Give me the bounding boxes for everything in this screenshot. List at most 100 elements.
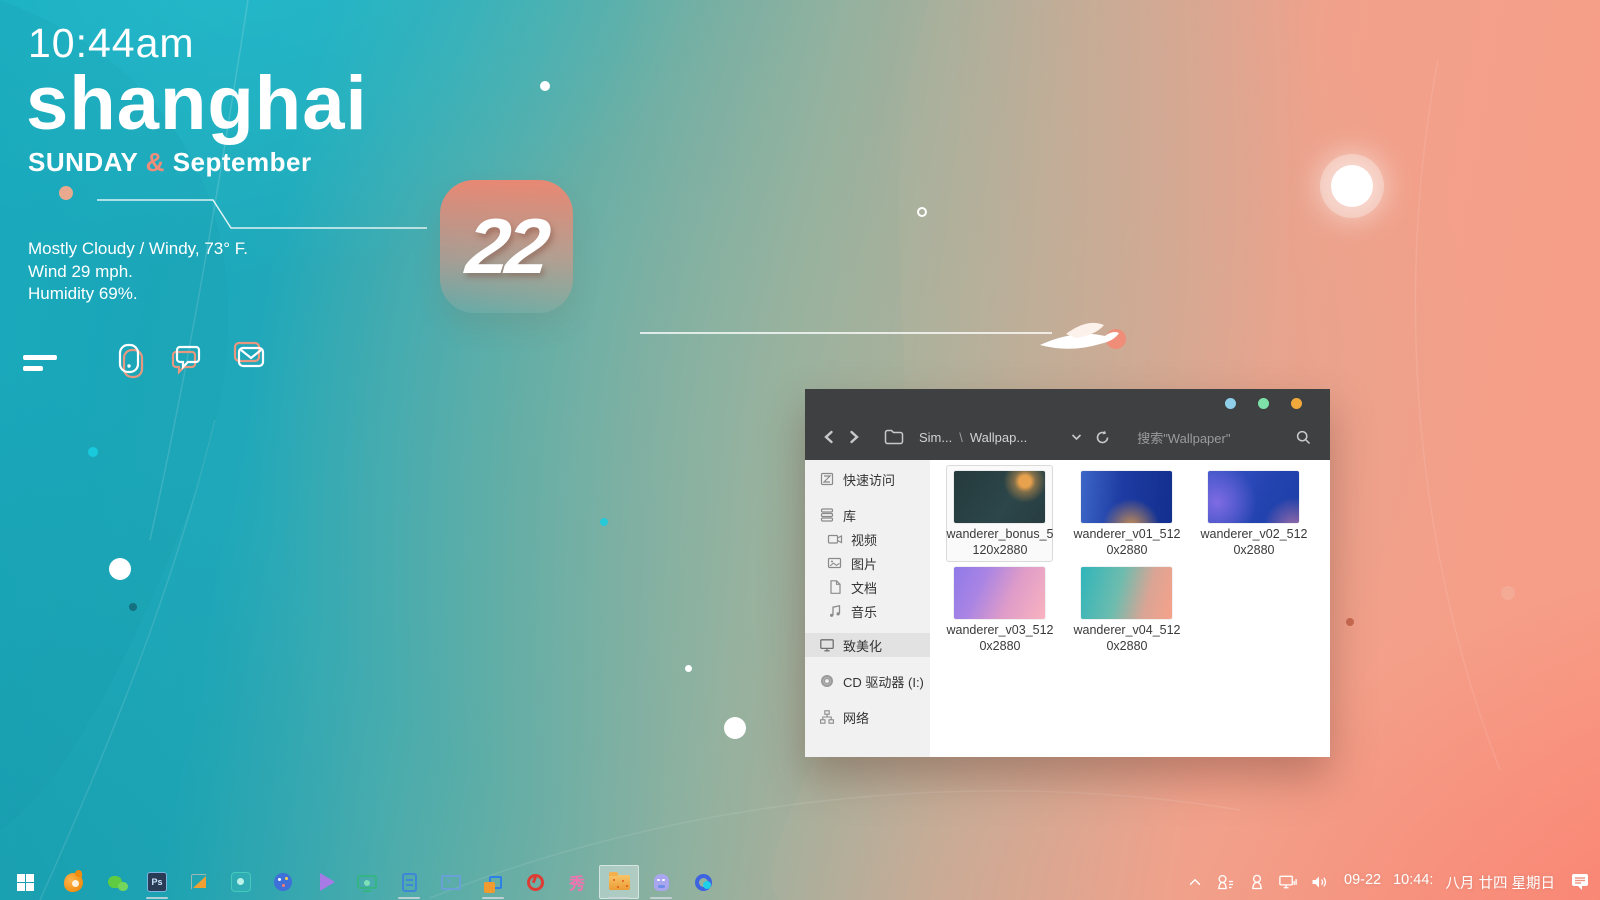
sidebar-item-quick-access[interactable]: 快速访问 xyxy=(805,467,930,491)
search-icon[interactable] xyxy=(1290,430,1316,445)
chevron-up-icon[interactable] xyxy=(1185,872,1205,892)
taskbar-app-cheetah-browser[interactable] xyxy=(52,864,94,900)
taskbar-app-display-tool[interactable] xyxy=(346,864,388,900)
file-item[interactable]: wanderer_v02_5120x2880 xyxy=(1208,471,1299,558)
file-item[interactable]: wanderer_bonus_5120x2880 xyxy=(954,471,1045,558)
date-number: 22 xyxy=(462,201,550,292)
sidebar-item-libraries[interactable]: 库 xyxy=(805,503,930,527)
sidebar-item-videos[interactable]: 视频 xyxy=(805,527,930,551)
taskbar-app-netease-music[interactable] xyxy=(514,864,556,900)
window-buttons xyxy=(1225,398,1302,409)
taskbar-app-ghost-app[interactable] xyxy=(640,864,682,900)
sidebar-item-label: 网络 xyxy=(843,708,869,727)
file-thumbnail xyxy=(954,471,1045,523)
qq-icon[interactable] xyxy=(1247,872,1267,892)
snipaste-icon xyxy=(489,876,502,889)
back-button[interactable] xyxy=(815,430,841,444)
network-tray-icon[interactable] xyxy=(1278,872,1298,892)
taskbar-app-terminal[interactable]: >_ xyxy=(430,864,472,900)
netease-music-icon xyxy=(527,874,544,891)
taskbar-app-quark-browser[interactable] xyxy=(682,864,724,900)
music-icon xyxy=(827,603,843,619)
phone-icon[interactable] xyxy=(120,345,142,377)
sidebar-item-label: 库 xyxy=(843,506,856,525)
file-list-area: wanderer_bonus_5120x2880 wanderer_v01_512… xyxy=(930,460,1330,757)
file-item[interactable]: wanderer_v03_5120x2880 xyxy=(954,567,1045,654)
decor-dot xyxy=(59,186,73,200)
wechat-icon xyxy=(108,876,122,888)
sidebar-item-label: 致美化 xyxy=(843,636,882,655)
photos-icon xyxy=(231,872,251,892)
decor-dot xyxy=(917,207,927,217)
ghost-app-icon xyxy=(654,874,669,891)
decor-dot xyxy=(129,603,137,611)
close-button[interactable] xyxy=(1291,398,1302,409)
search-input[interactable]: 搜索"Wallpaper" xyxy=(1137,428,1230,447)
file-name: wanderer_v03_5120x2880 xyxy=(944,623,1056,654)
address-dropdown-icon[interactable] xyxy=(1063,433,1089,441)
decor-dot xyxy=(1346,618,1354,626)
desktop: 10:44am shanghai SUNDAY & September Most… xyxy=(0,0,1600,900)
sidebar-item-music[interactable]: 音乐 xyxy=(805,599,930,623)
mail-icon[interactable] xyxy=(235,343,263,366)
taskbar-app-paint-palette[interactable] xyxy=(262,864,304,900)
taskbar-app-photos[interactable] xyxy=(220,864,262,900)
sidebar-item-network[interactable]: 网络 xyxy=(805,705,930,729)
forward-button[interactable] xyxy=(841,430,867,444)
taskbar: Ps >_ 秀 09-22 10:44: 八月 廿四 星期日 xyxy=(0,864,1600,900)
taskbar-app-file-explorer[interactable] xyxy=(598,864,640,900)
windows-logo-icon xyxy=(17,874,34,891)
explorer-window: Sim... \ Wallpap... 搜索"Wallpaper" 快速访问库视… xyxy=(805,389,1330,757)
file-item[interactable]: wanderer_v01_5120x2880 xyxy=(1081,471,1172,558)
display-tool-icon xyxy=(357,875,377,889)
sidebar-item-label: 音乐 xyxy=(851,602,877,621)
screenshot-tool-icon xyxy=(190,873,208,891)
minimize-button[interactable] xyxy=(1225,398,1236,409)
start-button[interactable] xyxy=(6,864,44,900)
sidebar-item-pictures[interactable]: 图片 xyxy=(805,551,930,575)
file-thumbnail xyxy=(1208,471,1299,523)
maximize-button[interactable] xyxy=(1258,398,1269,409)
taskbar-app-wechat[interactable] xyxy=(94,864,136,900)
decor-dot xyxy=(600,518,608,526)
navigation-bar: Sim... \ Wallpap... 搜索"Wallpaper" xyxy=(805,417,1330,457)
menu-icon[interactable] xyxy=(23,355,57,371)
sidebar-item-cd-drive[interactable]: CD 驱动器 (I:) xyxy=(805,669,930,693)
explorer-sidebar: 快速访问库视频图片文档音乐致美化 CD 驱动器 (I:) 网络 xyxy=(805,460,930,757)
file-name: wanderer_v02_5120x2880 xyxy=(1198,527,1310,558)
refresh-icon[interactable] xyxy=(1089,430,1115,445)
sidebar-item-label: 文档 xyxy=(851,578,877,597)
taskbar-app-screenshot-tool[interactable] xyxy=(178,864,220,900)
qq-messages-icon[interactable] xyxy=(1216,872,1236,892)
taskbar-app-media-player[interactable] xyxy=(304,864,346,900)
taskbar-app-snipaste[interactable] xyxy=(472,864,514,900)
sidebar-item-documents[interactable]: 文档 xyxy=(805,575,930,599)
breadcrumb-current[interactable]: Wallpap... xyxy=(970,430,1027,445)
volume-icon[interactable] xyxy=(1309,872,1329,892)
chat-icon[interactable] xyxy=(173,347,199,372)
decor-dot xyxy=(540,81,550,91)
taskbar-app-meitu-xiuxiu[interactable]: 秀 xyxy=(556,864,598,900)
clock-date: 09-22 xyxy=(1344,872,1381,893)
widget-city: shanghai xyxy=(26,60,368,147)
sidebar-item-label: CD 驱动器 (I:) xyxy=(843,672,924,691)
widget-day: SUNDAY xyxy=(28,147,138,177)
window-header: Sim... \ Wallpap... 搜索"Wallpaper" xyxy=(805,389,1330,460)
sidebar-item-monitor[interactable]: 致美化 xyxy=(805,633,930,657)
action-center-icon[interactable] xyxy=(1570,872,1590,892)
sidebar-item-label: 快速访问 xyxy=(843,470,895,489)
sidebar-item-label: 视频 xyxy=(851,530,877,549)
decor-dot xyxy=(724,717,746,739)
videos-icon xyxy=(827,531,843,547)
decor-dot xyxy=(685,665,692,672)
breadcrumb-parent[interactable]: Sim... xyxy=(919,430,952,445)
taskbar-app-notes-clipboard[interactable] xyxy=(388,864,430,900)
taskbar-app-photoshop[interactable]: Ps xyxy=(136,864,178,900)
file-item[interactable]: wanderer_v04_5120x2880 xyxy=(1081,567,1172,654)
media-player-icon xyxy=(320,873,335,891)
decor-dot xyxy=(1501,586,1515,600)
sidebar-item-label: 图片 xyxy=(851,554,877,573)
widget-month: September xyxy=(173,147,312,177)
taskbar-clock[interactable]: 09-22 10:44: 八月 廿四 星期日 xyxy=(1344,872,1555,893)
network-icon xyxy=(819,709,835,725)
